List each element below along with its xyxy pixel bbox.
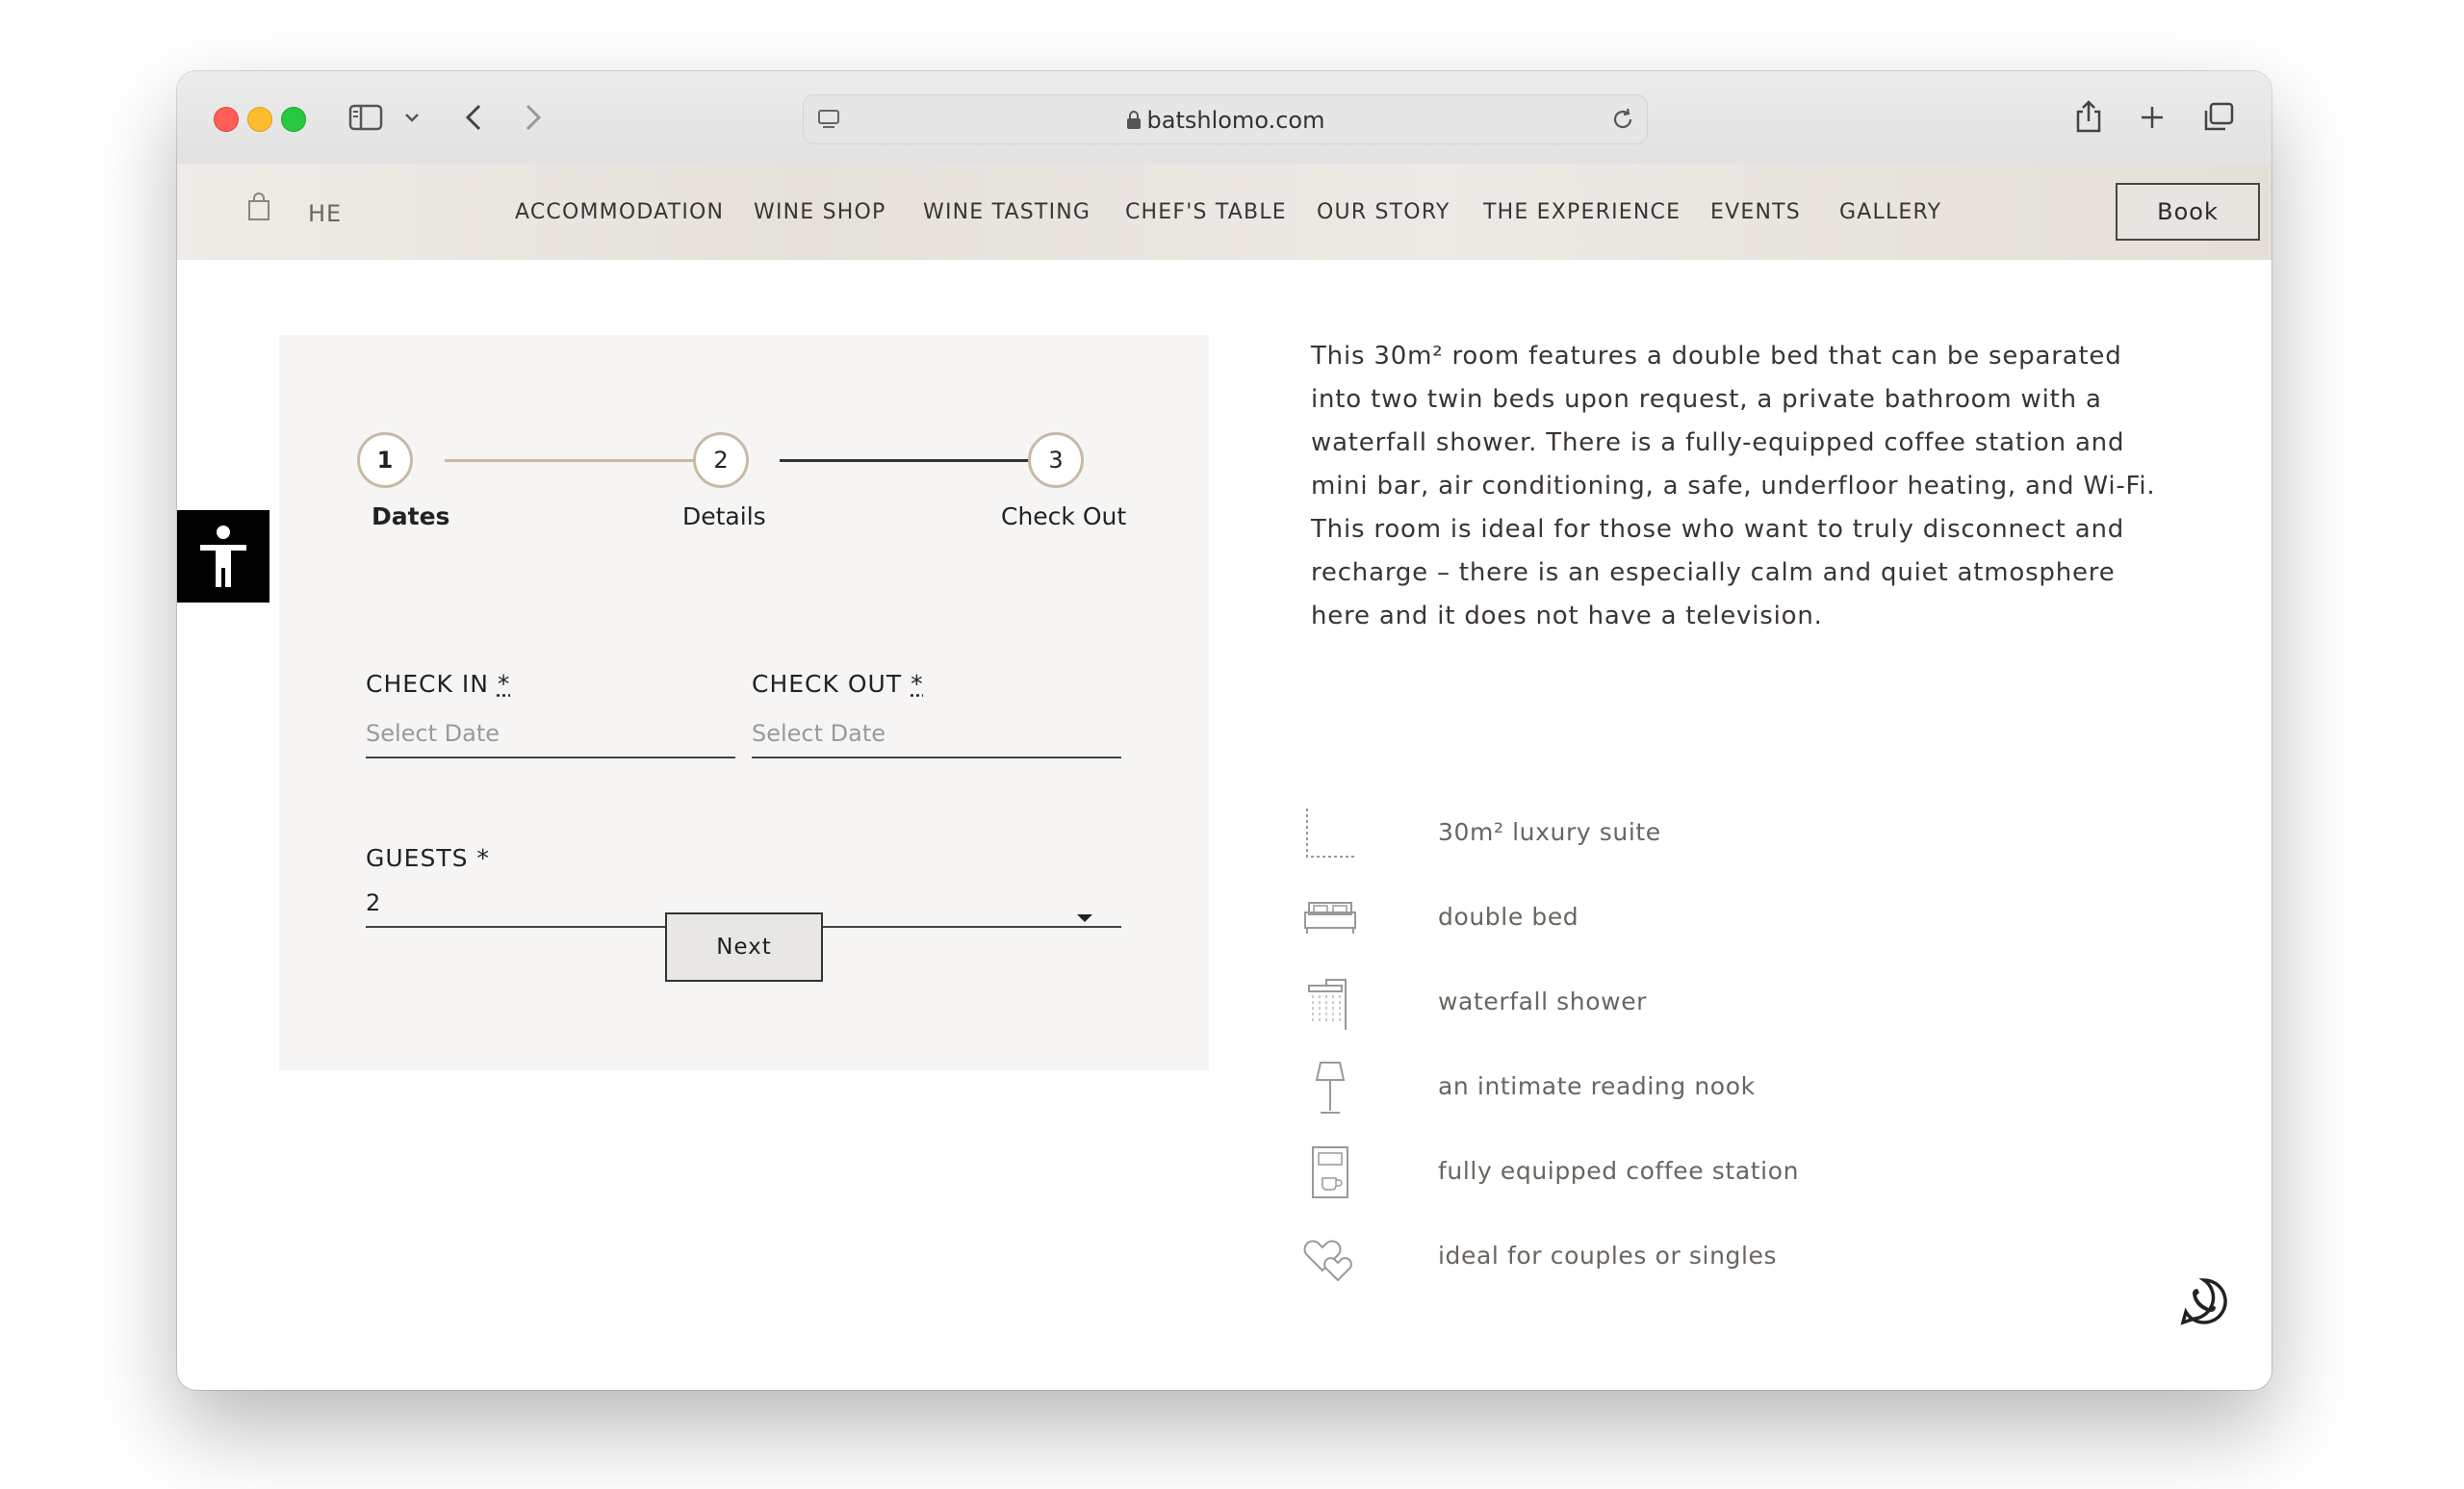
step-2-circle[interactable]: 2 — [693, 432, 749, 488]
step-connector-2 — [780, 459, 1041, 462]
check-in-placeholder: Select Date — [366, 720, 500, 747]
url-text: batshlomo.com — [804, 107, 1647, 134]
check-in-field[interactable]: Select Date — [366, 720, 735, 758]
step-3-circle[interactable]: 3 — [1028, 432, 1084, 488]
step-2-label: Details — [682, 502, 766, 530]
check-out-label-text: CHECK OUT — [752, 670, 903, 698]
guests-value: 2 — [366, 889, 381, 916]
nav-gallery[interactable]: GALLERY — [1839, 200, 1941, 224]
booking-panel: 1 2 3 Dates Details Check Out CHECK IN *… — [279, 335, 1209, 1070]
step-connector-1 — [445, 459, 705, 462]
nav-our-story[interactable]: OUR STORY — [1317, 200, 1450, 224]
required-marker: * — [497, 670, 511, 698]
url-label: batshlomo.com — [1146, 107, 1325, 134]
feature-label: 30m² luxury suite — [1438, 818, 1661, 846]
nav-wine-tasting[interactable]: WINE TASTING — [923, 200, 1091, 224]
nav-chefs-table[interactable]: CHEF'S TABLE — [1125, 200, 1287, 224]
nav-accommodation[interactable]: ACCOMMODATION — [515, 200, 724, 224]
sidebar-toggle-icon[interactable] — [348, 104, 383, 131]
reload-icon[interactable] — [1610, 107, 1635, 132]
book-button[interactable]: Book — [2116, 183, 2260, 241]
feature-label: double bed — [1438, 903, 1579, 931]
feature-label: waterfall shower — [1438, 988, 1648, 1015]
chat-icon[interactable] — [2179, 1276, 2229, 1326]
minimize-window-button[interactable] — [247, 107, 272, 132]
lamp-icon — [1315, 1062, 1346, 1114]
feature-label: an intimate reading nook — [1438, 1072, 1756, 1100]
browser-window: batshlomo.com HE ACCOMMODATION WINE SHOP… — [177, 71, 2272, 1390]
site-header: HE ACCOMMODATION WINE SHOP WINE TASTING … — [177, 164, 2272, 260]
bed-icon — [1304, 902, 1356, 934]
close-window-button[interactable] — [214, 107, 239, 132]
check-out-field[interactable]: Select Date — [752, 720, 1121, 758]
shower-icon — [1308, 979, 1347, 1030]
feature-label: ideal for couples or singles — [1438, 1242, 1778, 1270]
coffee-machine-icon — [1312, 1146, 1348, 1198]
check-in-label-text: CHECK IN — [366, 670, 489, 698]
browser-toolbar: batshlomo.com — [177, 71, 2272, 165]
address-bar[interactable]: batshlomo.com — [803, 94, 1648, 144]
accessibility-button[interactable] — [177, 510, 270, 603]
check-in-label: CHECK IN * — [366, 670, 510, 698]
language-switch[interactable]: HE — [308, 200, 342, 227]
nav-the-experience[interactable]: THE EXPERIENCE — [1483, 200, 1681, 224]
chevron-down-icon[interactable] — [404, 112, 420, 123]
check-out-label: CHECK OUT * — [752, 670, 924, 698]
step-1-label: Dates — [372, 502, 450, 530]
next-button[interactable]: Next — [665, 912, 823, 982]
required-marker: * — [911, 670, 924, 698]
nav-events[interactable]: EVENTS — [1710, 200, 1801, 224]
caret-down-icon — [1077, 914, 1092, 922]
step-3-label: Check Out — [1001, 502, 1127, 530]
back-icon[interactable] — [462, 102, 485, 133]
nav-wine-shop[interactable]: WINE SHOP — [754, 200, 886, 224]
floor-area-icon — [1306, 809, 1355, 858]
check-out-placeholder: Select Date — [752, 720, 886, 747]
guests-label: GUESTS * — [366, 844, 490, 872]
tab-overview-icon[interactable] — [2202, 102, 2235, 133]
forward-icon[interactable] — [522, 102, 545, 133]
feature-label: fully equipped coffee station — [1438, 1157, 1800, 1185]
new-tab-icon[interactable] — [2139, 104, 2166, 131]
shopping-bag-icon[interactable] — [246, 193, 271, 221]
maximize-window-button[interactable] — [281, 107, 306, 132]
share-icon[interactable] — [2073, 98, 2104, 135]
room-description: This 30m² room features a double bed tha… — [1311, 342, 2156, 630]
hearts-icon — [1303, 1240, 1352, 1282]
accessibility-icon — [200, 526, 246, 587]
lock-icon — [1126, 111, 1141, 129]
step-1-circle[interactable]: 1 — [357, 432, 413, 488]
